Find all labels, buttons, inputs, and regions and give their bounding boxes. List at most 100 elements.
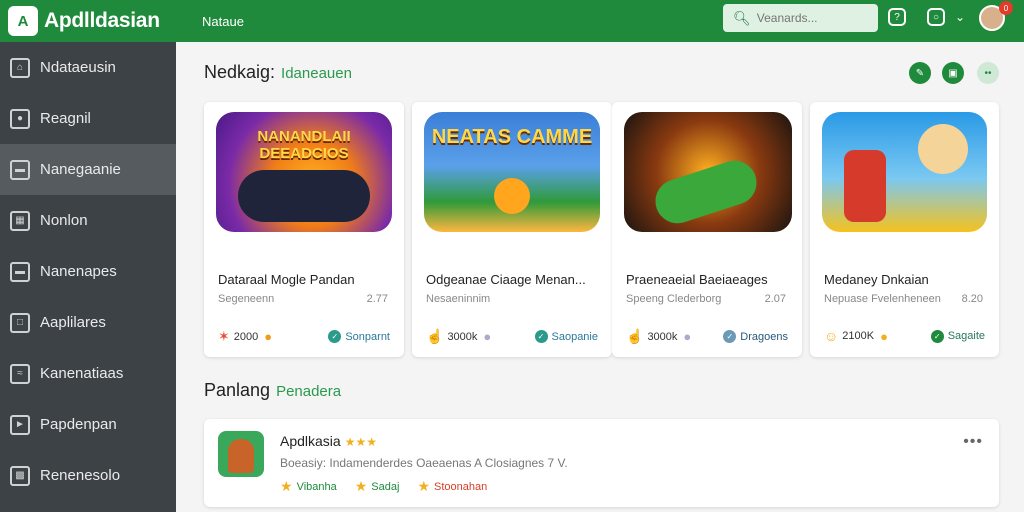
more-icon[interactable]: •• [977,62,999,84]
message-icon: ▬ [10,261,30,282]
card-badge-label: Sagaite [947,330,985,342]
sidebar-item-5[interactable]: ▬ Nanenapes [0,246,176,297]
card-badge-label: Dragoens [740,330,788,343]
card-footer: ☝ 3000k ● ✓ Dragoens [626,328,788,345]
card-badge[interactable]: ✓ Dragoens [723,330,788,343]
sidebar: ⌂ Ndataeusin ● Reagnil ▬ Nanegaanie ▦ Nonlon… [0,42,176,512]
card-rating: 2.77 [366,293,388,305]
list-item[interactable]: Apdlkasia ★★★ Boeasiy: Indamenderdes Oaea… [204,419,999,507]
grid-icon: ▦ [10,210,30,231]
sidebar-item-2[interactable]: ● Reagnil [0,93,176,144]
sidebar-item-label: Ndataeusin [40,59,116,76]
card-count: 3000k [647,330,678,343]
app-name: Apdlldasian [44,9,160,32]
chevron-down-icon[interactable]: ⌄ [955,10,965,24]
card-rating: 8.20 [961,293,983,305]
folder-icon: ▬ [10,159,30,180]
sidebar-item-1[interactable]: ⌂ Ndataeusin [0,42,176,93]
star-icon: ✶ [218,328,230,344]
sidebar-item-label: Renenesolo [40,467,121,484]
sidebar-item-6[interactable]: □ Aaplilares [0,297,176,348]
app-card[interactable]: NEATAS CAMME Odgeanae Ciaage Menan... Ne… [412,102,612,357]
coin-icon: ● [483,329,492,344]
tag-label: Stoonahan [434,480,488,493]
thumbnail-title: NANANDLAII DEEADCIOS [257,128,351,162]
sidebar-item-label: Aaplilares [40,314,106,331]
app-thumbnail [218,431,264,477]
card-subtitle: Nesaeninnim [426,293,491,305]
search-box[interactable]: 🔍︎ [723,4,878,32]
section-title: Nedkaig: Idaneauen [204,62,352,83]
app-thumbnail: NEATAS CAMME [424,112,600,232]
tag-label: Sadaj [371,480,400,493]
sidebar-item-label: Nanenapes [40,263,117,280]
list-item-name: Apdlkasia [280,433,341,449]
thumbnail-title: NEATAS CAMME [431,126,593,148]
card-badge[interactable]: ✓ Sagaite [930,329,985,343]
card-badge[interactable]: ✓ Saopanie [534,330,598,343]
coin-icon: ● [264,329,273,344]
card-footer: ☺ 2100K ● ✓ Sagaite [824,328,985,344]
sidebar-item-label: Papdenpan [40,416,117,433]
card-count: 2000 [233,330,259,343]
character-icon [918,124,968,174]
edit-icon[interactable]: ✎ [909,62,931,84]
sidebar-item-8[interactable]: ► Papdenpan [0,399,176,450]
app-logo: A [8,6,38,36]
layout-icon[interactable]: ▣ [942,62,964,84]
settings-icon[interactable]: ○ [927,8,945,26]
thumbs-up-icon: ☝ [626,328,644,344]
star-icon: ★ [417,478,430,494]
sidebar-item-4[interactable]: ▦ Nonlon [0,195,176,246]
app-card[interactable]: NANANDLAII DEEADCIOS Dataraal Mogle Pand… [204,102,404,357]
rating-stars: ★★★ [344,435,377,449]
app-card[interactable]: Praeneaeial Baeiaeages Speeng Clederborg… [612,102,802,357]
user-icon: ● [10,108,30,129]
card-title: Odgeanae Ciaage Menan... [426,272,586,287]
star-icon: ★ [354,478,368,494]
sidebar-item-7[interactable]: ≈ Kanenatiaas [0,348,176,399]
chart-icon: ≈ [10,363,30,384]
brand[interactable]: A Apdlldasian [0,6,176,36]
card-badge[interactable]: ✓ Sonparnt [328,330,390,343]
help-icon[interactable]: ? [888,8,906,26]
list-item-tags: ★ Vibanha ★ Sadaj ★ Stoonahan [280,478,505,495]
character-icon [844,150,886,222]
character-icon [228,439,254,473]
sidebar-item-9[interactable]: ▩ Renenesolo [0,450,176,501]
check-icon: ✓ [930,329,944,343]
card-badge-label: Sonparnt [345,330,390,343]
tag-label: Vibanha [296,480,337,493]
apps-icon: ▩ [10,465,30,486]
gamepad-icon [238,170,370,222]
card-title: Medaney Dnkaian [824,272,929,287]
card-footer: ✶ 2000 ● ✓ Sonparnt [218,328,390,345]
gamepad-icon [649,155,763,229]
tag[interactable]: ★ Vibanha [280,478,337,495]
card-subtitle: Speeng Clederborg [626,293,722,305]
card-title: Praeneaeial Baeiaeages [626,272,768,287]
app-card[interactable]: Medaney Dnkaian Nepuase Fvelenheneen 8.2… [810,102,999,357]
thumbs-up-icon: ☝ [426,328,444,344]
sidebar-item-label: Nonlon [40,212,88,229]
smile-icon: ☺ [824,328,839,344]
character-icon [494,178,530,214]
file-icon: □ [10,312,30,333]
home-icon: ⌂ [10,57,30,78]
search-input[interactable] [756,11,877,25]
tag[interactable]: ★ Stoonahan [417,478,487,495]
notification-badge: 0 [999,1,1013,15]
app-thumbnail [822,112,987,232]
sidebar-item-3[interactable]: ▬ Nanegaanie [0,144,176,195]
card-footer: ☝ 3000k ● ✓ Saopanie [426,328,598,345]
tag[interactable]: ★ Sadaj [355,478,400,495]
list-item-description: Boeasiy: Indamenderdes Oaeaenas A Closia… [280,456,568,470]
card-title: Dataraal Mogle Pandan [218,272,355,287]
section-subtitle[interactable]: Penadera [276,383,341,400]
more-options-icon[interactable]: ••• [963,433,983,451]
coin-icon: ● [683,329,692,344]
section-title: Panlang Penadera [204,380,341,401]
star-icon: ★ [280,478,293,494]
section-subtitle[interactable]: Idaneauen [281,65,352,82]
top-tab[interactable]: Nataue [202,14,244,29]
